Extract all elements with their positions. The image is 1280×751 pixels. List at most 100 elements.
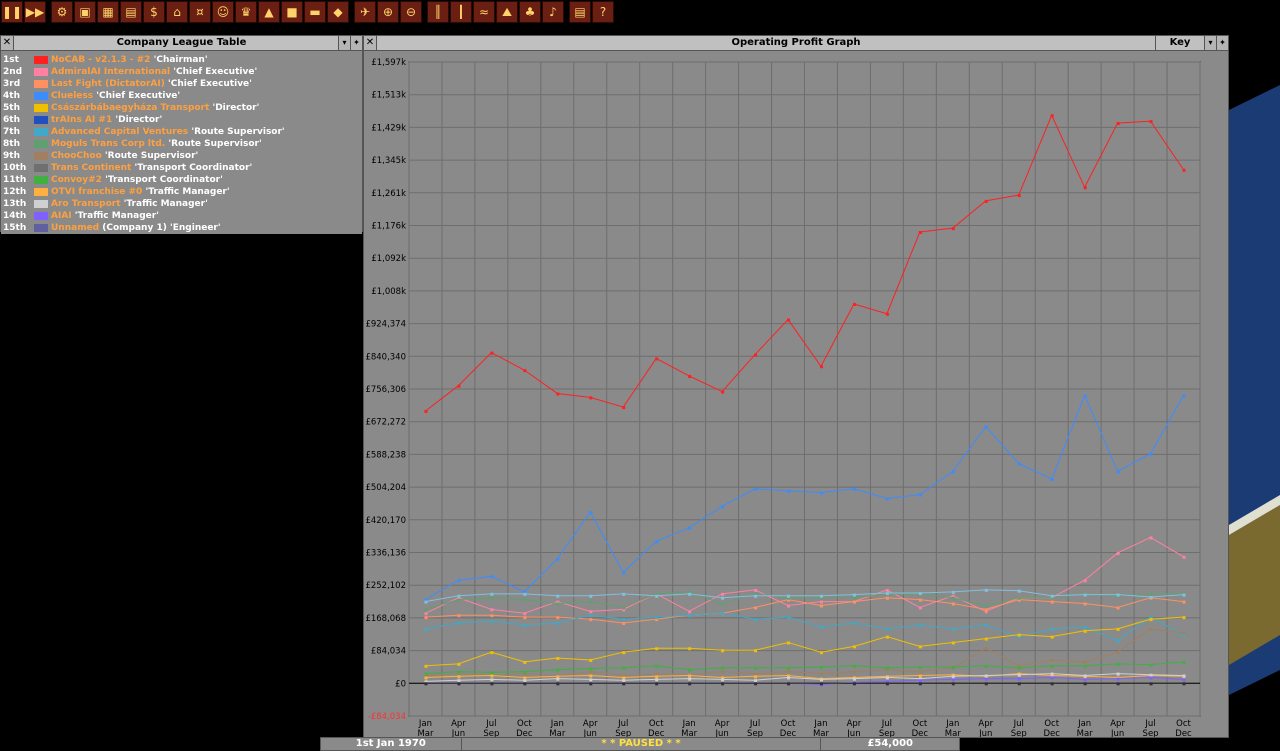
series-point [819,678,823,682]
league-row[interactable]: 2nd AdmiralAI International 'Chief Execut… [1,66,362,78]
company-manager-title: 'Director' [212,103,260,113]
series-point [787,641,791,645]
build-water-button[interactable]: ≈ [473,1,495,23]
league-row[interactable]: 3rd Last Fight (DictatorAI) 'Chief Execut… [1,78,362,90]
series-point [754,353,758,357]
x-tick-month-top: Apr [583,719,598,729]
series-point [622,676,626,680]
company-manager-title: 'Chief Executive' [173,67,258,77]
series-point [424,616,428,620]
close-icon[interactable]: ✕ [1,36,14,50]
series-point [885,497,889,501]
y-tick-label: £1,008k [371,287,406,297]
series-point [852,622,856,626]
company-name: Last Fight (DictatorAI) [51,79,165,89]
series-point [721,649,725,653]
series-point [885,635,889,639]
y-tick-label: £504,204 [365,483,406,493]
town-directory-button[interactable]: ▤ [120,1,142,23]
road-vehicles-button[interactable]: ▬ [304,1,326,23]
league-row[interactable]: 7th Advanced Capital Ventures 'Route Supe… [1,126,362,138]
league-row[interactable]: 1st NoCAB - v2.1.3 - #2 'Chairman' [1,54,362,66]
finances-button[interactable]: ¤ [189,1,211,23]
sticky-pin-icon[interactable]: ✦ [350,36,362,50]
y-tick-label: £840,340 [365,352,406,362]
company-color-icon [34,152,48,160]
ships-button[interactable]: ◆ [327,1,349,23]
shade-icon[interactable]: ▾ [338,36,350,50]
aircraft-button[interactable]: ✈ [354,1,376,23]
fast-forward-button[interactable]: ▶▶ [24,1,46,23]
key-button[interactable]: Key [1155,36,1204,50]
series-point [1017,462,1021,466]
station-list-button[interactable]: ⌂ [166,1,188,23]
league-table-window: ✕ Company League Table ▾ ✦ 1st NoCAB - v2… [0,35,363,234]
league-row[interactable]: 4th Clueless 'Chief Executive' [1,90,362,102]
league-row[interactable]: 12th OTVI franchise #0 'Traffic Manager' [1,186,362,198]
league-row[interactable]: 15th Unnamed (Company 1) 'Engineer' [1,222,362,234]
league-row[interactable]: 11th Convoy#2 'Transport Coordinator' [1,174,362,186]
series-point [754,649,758,653]
series-point [457,622,461,626]
series-point [1017,673,1021,677]
status-date: 1st Jan 1970 [321,738,462,750]
series-point [622,571,626,575]
series-point [655,664,659,668]
series-point [457,679,461,683]
league-row[interactable]: 8th Moguls Trans Corp ltd. 'Route Supervi… [1,138,362,150]
series-point [622,592,626,596]
company-color-icon [34,128,48,136]
x-tick-month-top: Jul [749,719,760,729]
league-rank: 1st [3,55,19,65]
series-point [523,670,527,674]
zoom-out-button[interactable]: ⊖ [400,1,422,23]
series-point [951,470,955,474]
league-row[interactable]: 14th AIAI 'Traffic Manager' [1,210,362,222]
series-point [819,651,823,655]
series-point [885,592,889,596]
landscaping-button[interactable]: ⛰ [496,1,518,23]
league-titlebar[interactable]: ✕ Company League Table ▾ ✦ [1,36,362,51]
zoom-in-button[interactable]: ⊕ [377,1,399,23]
series-point [918,598,922,602]
series-point [457,675,461,679]
series-point [1083,602,1087,606]
company-name: Convoy#2 [51,175,102,185]
series-point [589,670,593,674]
series-point [1083,625,1087,629]
league-row[interactable]: 13th Aro Transport 'Traffic Manager' [1,198,362,210]
series-point [622,682,626,686]
settings-button[interactable]: ⚙ [51,1,73,23]
x-tick-month-bottom: Sep [483,729,499,737]
music-button[interactable]: ♪ [542,1,564,23]
build-rail-button[interactable]: ║ [427,1,449,23]
league-row[interactable]: 9th ChooChoo 'Route Supervisor' [1,150,362,162]
league-row[interactable]: 6th trAIns AI #1 'Director' [1,114,362,126]
league-row[interactable]: 10th Trans Continent 'Transport Coordinat… [1,162,362,174]
company-manager-title: 'Traffic Manager' [145,187,230,197]
close-icon[interactable]: ✕ [364,36,377,50]
subsidies-button[interactable]: $ [143,1,165,23]
news-button[interactable]: ▤ [569,1,591,23]
y-tick-label: £84,034 [371,647,406,657]
league-row[interactable]: 5th Császárbábaegyháza Transport 'Directo… [1,102,362,114]
pause-button[interactable]: ❚❚ [1,1,23,23]
y-tick-label: £0 [395,679,406,689]
graph-titlebar[interactable]: ✕ Operating Profit Graph Key ▾ ✦ [364,36,1228,51]
company-button[interactable]: ☺ [212,1,234,23]
map-viewport[interactable] [1229,35,1280,738]
help-button[interactable]: ? [592,1,614,23]
save-button[interactable]: ▣ [74,1,96,23]
series-point [721,678,725,682]
plant-trees-button[interactable]: ♣ [519,1,541,23]
sticky-pin-icon[interactable]: ✦ [1216,36,1228,50]
build-road-button[interactable]: ┃ [450,1,472,23]
minimap-button[interactable]: ▦ [97,1,119,23]
shade-icon[interactable]: ▾ [1204,36,1216,50]
industry-button[interactable]: ▲ [258,1,280,23]
series-point [1149,595,1153,599]
trains-button[interactable]: ■ [281,1,303,23]
league-table-button[interactable]: ♛ [235,1,257,23]
series-point [622,606,626,610]
series-point [523,623,527,627]
